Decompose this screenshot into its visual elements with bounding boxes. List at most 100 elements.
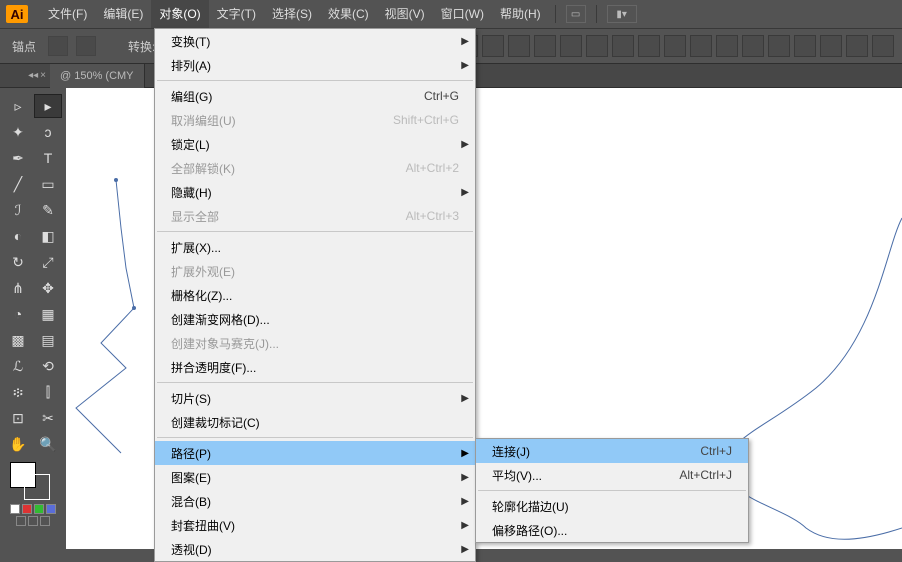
eyedropper-tool-icon[interactable]: ℒ bbox=[4, 354, 32, 378]
rotate-tool-icon[interactable]: ↻ bbox=[4, 250, 32, 274]
menu-item-label: 偏移路径(O)... bbox=[492, 522, 732, 539]
selection-tool-icon[interactable]: ▹ bbox=[4, 94, 32, 118]
symbol-sprayer-tool-icon[interactable]: ፨ bbox=[4, 380, 32, 404]
stroke-swatch[interactable] bbox=[24, 474, 50, 500]
menu-help[interactable]: 帮助(H) bbox=[492, 0, 549, 28]
path-submenu-item[interactable]: 平均(V)...Alt+Ctrl+J bbox=[476, 463, 748, 487]
align-icon[interactable] bbox=[612, 35, 634, 57]
align-icon[interactable] bbox=[664, 35, 686, 57]
menu-item-label: 图案(E) bbox=[171, 469, 459, 486]
menu-item-label: 创建裁切标记(C) bbox=[171, 414, 459, 431]
menu-edit[interactable]: 编辑(E) bbox=[95, 0, 151, 28]
shape-builder-tool-icon[interactable]: ◔ bbox=[4, 302, 32, 326]
tab-arrows[interactable]: ◂◂× bbox=[0, 70, 50, 81]
scale-tool-icon[interactable]: ⤢ bbox=[34, 250, 62, 274]
color-none-icon[interactable] bbox=[10, 504, 20, 514]
object-menu-item[interactable]: 排列(A)▶ bbox=[155, 53, 475, 77]
color-red-icon[interactable] bbox=[22, 504, 32, 514]
free-transform-tool-icon[interactable]: ✥ bbox=[34, 276, 62, 300]
doc-setup-icon[interactable]: ▭ bbox=[566, 5, 586, 23]
object-menu-item[interactable]: 透视(D)▶ bbox=[155, 537, 475, 561]
anchor-add-icon[interactable] bbox=[48, 36, 68, 56]
document-tab[interactable]: @ 150% (CMY bbox=[50, 64, 145, 88]
object-menu-item[interactable]: 封套扭曲(V)▶ bbox=[155, 513, 475, 537]
menu-file[interactable]: 文件(F) bbox=[40, 0, 95, 28]
menu-item-label: 编组(G) bbox=[171, 88, 424, 105]
screen-normal-icon[interactable] bbox=[16, 516, 26, 526]
paintbrush-tool-icon[interactable]: ℐ bbox=[4, 198, 32, 222]
separator bbox=[555, 5, 556, 23]
magic-wand-tool-icon[interactable]: ✦ bbox=[4, 120, 32, 144]
graph-tool-icon[interactable]: ⫿ bbox=[34, 380, 62, 404]
color-blue-icon[interactable] bbox=[46, 504, 56, 514]
object-menu-item[interactable]: 切片(S)▶ bbox=[155, 386, 475, 410]
blend-tool-icon[interactable]: ⟲ bbox=[34, 354, 62, 378]
menu-item-label: 拼合透明度(F)... bbox=[171, 359, 459, 376]
align-icon[interactable] bbox=[690, 35, 712, 57]
path-submenu-item[interactable]: 轮廓化描边(U) bbox=[476, 494, 748, 518]
menu-object[interactable]: 对象(O) bbox=[151, 0, 208, 28]
align-icon[interactable] bbox=[794, 35, 816, 57]
artboard-tool-icon[interactable]: ⊡ bbox=[4, 406, 32, 430]
slice-tool-icon[interactable]: ✂ bbox=[34, 406, 62, 430]
align-icon[interactable] bbox=[534, 35, 556, 57]
object-menu-item[interactable]: 栅格化(Z)... bbox=[155, 283, 475, 307]
object-menu-item[interactable]: 变换(T)▶ bbox=[155, 29, 475, 53]
align-icon[interactable] bbox=[638, 35, 660, 57]
object-menu-item: 全部解锁(K)Alt+Ctrl+2 bbox=[155, 156, 475, 180]
object-menu-item[interactable]: 编组(G)Ctrl+G bbox=[155, 84, 475, 108]
rectangle-tool-icon[interactable]: ▭ bbox=[34, 172, 62, 196]
fill-stroke-swatch[interactable] bbox=[0, 462, 66, 502]
lasso-tool-icon[interactable]: ɔ bbox=[34, 120, 62, 144]
color-green-icon[interactable] bbox=[34, 504, 44, 514]
menu-item-label: 扩展外观(E) bbox=[171, 263, 459, 280]
align-icon[interactable] bbox=[872, 35, 894, 57]
menu-effect[interactable]: 效果(C) bbox=[320, 0, 377, 28]
menu-view[interactable]: 视图(V) bbox=[377, 0, 433, 28]
menu-item-label: 全部解锁(K) bbox=[171, 160, 406, 177]
object-menu-item[interactable]: 图案(E)▶ bbox=[155, 465, 475, 489]
mesh-tool-icon[interactable]: ▩ bbox=[4, 328, 32, 352]
align-icon[interactable] bbox=[482, 35, 504, 57]
width-tool-icon[interactable]: ⋔ bbox=[4, 276, 32, 300]
screen-present-icon[interactable] bbox=[40, 516, 50, 526]
path-submenu-item[interactable]: 连接(J)Ctrl+J bbox=[476, 439, 748, 463]
pen-tool-icon[interactable]: ✒ bbox=[4, 146, 32, 170]
object-menu-item[interactable]: 扩展(X)... bbox=[155, 235, 475, 259]
align-icon[interactable] bbox=[716, 35, 738, 57]
pencil-tool-icon[interactable]: ✎ bbox=[34, 198, 62, 222]
hand-tool-icon[interactable]: ✋ bbox=[4, 432, 32, 456]
eraser-tool-icon[interactable]: ◧ bbox=[34, 224, 62, 248]
align-icon[interactable] bbox=[586, 35, 608, 57]
object-menu-item: 创建对象马赛克(J)... bbox=[155, 331, 475, 355]
type-tool-icon[interactable]: T bbox=[34, 146, 62, 170]
align-icon[interactable] bbox=[742, 35, 764, 57]
align-icon[interactable] bbox=[560, 35, 582, 57]
zoom-tool-icon[interactable]: 🔍 bbox=[34, 432, 62, 456]
object-menu-item[interactable]: 混合(B)▶ bbox=[155, 489, 475, 513]
align-icon[interactable] bbox=[820, 35, 842, 57]
gradient-tool-icon[interactable]: ▤ bbox=[34, 328, 62, 352]
menu-divider bbox=[478, 490, 746, 491]
direct-selection-tool-icon[interactable]: ▸ bbox=[34, 94, 62, 118]
align-icon[interactable] bbox=[768, 35, 790, 57]
blob-brush-tool-icon[interactable]: ◐ bbox=[4, 224, 32, 248]
object-menu-item[interactable]: 创建裁切标记(C) bbox=[155, 410, 475, 434]
menu-item-label: 平均(V)... bbox=[492, 467, 679, 484]
path-submenu-item[interactable]: 偏移路径(O)... bbox=[476, 518, 748, 542]
align-icon[interactable] bbox=[508, 35, 530, 57]
align-icon[interactable] bbox=[846, 35, 868, 57]
object-menu-item[interactable]: 锁定(L)▶ bbox=[155, 132, 475, 156]
screen-full-icon[interactable] bbox=[28, 516, 38, 526]
menu-select[interactable]: 选择(S) bbox=[264, 0, 320, 28]
object-menu-item[interactable]: 创建渐变网格(D)... bbox=[155, 307, 475, 331]
anchor-remove-icon[interactable] bbox=[76, 36, 96, 56]
layout-icon[interactable]: ▮▾ bbox=[607, 5, 637, 23]
line-tool-icon[interactable]: ╱ bbox=[4, 172, 32, 196]
object-menu-item[interactable]: 拼合透明度(F)... bbox=[155, 355, 475, 379]
menu-window[interactable]: 窗口(W) bbox=[433, 0, 492, 28]
menu-text[interactable]: 文字(T) bbox=[209, 0, 264, 28]
object-menu-item[interactable]: 隐藏(H)▶ bbox=[155, 180, 475, 204]
perspective-tool-icon[interactable]: ▦ bbox=[34, 302, 62, 326]
object-menu-item[interactable]: 路径(P)▶ bbox=[155, 441, 475, 465]
